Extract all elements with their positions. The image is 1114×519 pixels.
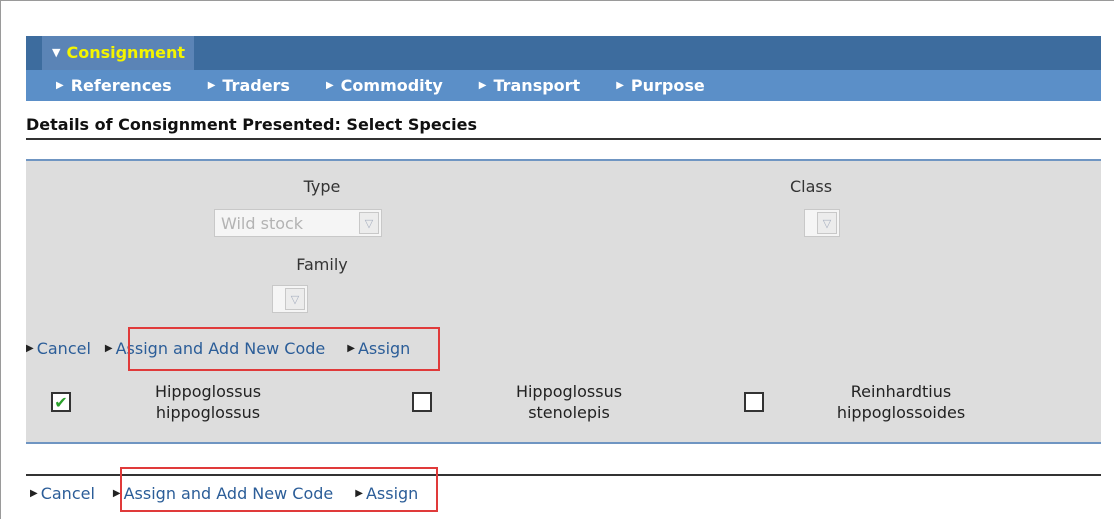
species-item: ✔ Hippoglossus hippoglossus — [51, 381, 311, 423]
tab-consignment[interactable]: ▼ Consignment — [42, 36, 195, 70]
type-label: Type — [303, 177, 341, 196]
page-title: Details of Consignment Presented: Select… — [26, 112, 1101, 140]
species-name-line2: stenolepis — [528, 403, 610, 422]
species-name-line1: Hippoglossus — [154, 382, 262, 401]
triangle-right-icon: ▶ — [207, 80, 216, 91]
species-checkbox[interactable] — [744, 392, 764, 412]
tab-references[interactable]: ▶ References — [56, 76, 172, 95]
chevron-down-icon[interactable]: ▽ — [359, 212, 379, 234]
species-name: Reinhardtius hippoglossoides — [798, 381, 1004, 423]
cancel-link-label: Cancel — [40, 484, 95, 503]
species-name-line2: hippoglossoides — [836, 403, 966, 422]
tab-references-label: References — [70, 76, 172, 95]
triangle-right-icon: ▶ — [478, 80, 487, 91]
chevron-down-icon[interactable]: ▽ — [817, 212, 837, 234]
triangle-down-icon: ▼ — [52, 46, 61, 59]
tab-traders-label: Traders — [222, 76, 290, 95]
species-name-line1: Hippoglossus — [515, 382, 623, 401]
chevron-down-icon[interactable]: ▽ — [285, 288, 305, 310]
check-icon: ✔ — [54, 392, 68, 412]
triangle-right-icon: ▶ — [56, 80, 64, 91]
tab-transport-label: Transport — [493, 76, 581, 95]
tab-bar: ▼ Consignment — [26, 36, 1101, 70]
class-select[interactable]: ▽ — [804, 209, 840, 237]
tab-consignment-label: Consignment — [66, 43, 186, 62]
highlight-box — [120, 467, 438, 512]
sub-tab-bar: ▶ References ▶ Traders ▶ Commodity ▶ Tra… — [26, 70, 1101, 101]
cancel-link-label: Cancel — [36, 339, 91, 358]
triangle-right-icon: ▶ — [616, 80, 624, 91]
species-name: Hippoglossus stenolepis — [466, 381, 672, 423]
species-selection-panel: Type Wild stock ▽ Class ▽ Family ▽ ▶ Can… — [26, 159, 1101, 444]
species-name-line2: hippoglossus — [155, 403, 261, 422]
highlight-box — [128, 327, 440, 371]
triangle-right-icon: ▶ — [104, 343, 113, 354]
cancel-link[interactable]: ▶ Cancel — [26, 339, 91, 358]
tab-traders[interactable]: ▶ Traders — [208, 76, 290, 95]
species-name: Hippoglossus hippoglossus — [105, 381, 311, 423]
tab-purpose-label: Purpose — [630, 76, 705, 95]
tab-transport[interactable]: ▶ Transport — [479, 76, 580, 95]
triangle-right-icon: ▶ — [26, 343, 34, 354]
cancel-link[interactable]: ▶ Cancel — [30, 484, 95, 503]
tab-commodity[interactable]: ▶ Commodity — [326, 76, 443, 95]
species-checkbox[interactable] — [412, 392, 432, 412]
species-item: Hippoglossus stenolepis — [412, 381, 672, 423]
family-select[interactable]: ▽ — [272, 285, 308, 313]
species-checkbox[interactable]: ✔ — [51, 392, 71, 412]
type-select-value: Wild stock — [221, 213, 304, 233]
family-label: Family — [296, 255, 348, 274]
triangle-right-icon: ▶ — [30, 488, 38, 499]
tab-commodity-label: Commodity — [340, 76, 443, 95]
tab-purpose[interactable]: ▶ Purpose — [616, 76, 705, 95]
class-label: Class — [789, 177, 833, 196]
species-name-line1: Reinhardtius — [850, 382, 952, 401]
triangle-right-icon: ▶ — [325, 80, 334, 91]
type-select[interactable]: Wild stock ▽ — [214, 209, 382, 237]
species-item: Reinhardtius hippoglossoides — [744, 381, 1004, 423]
